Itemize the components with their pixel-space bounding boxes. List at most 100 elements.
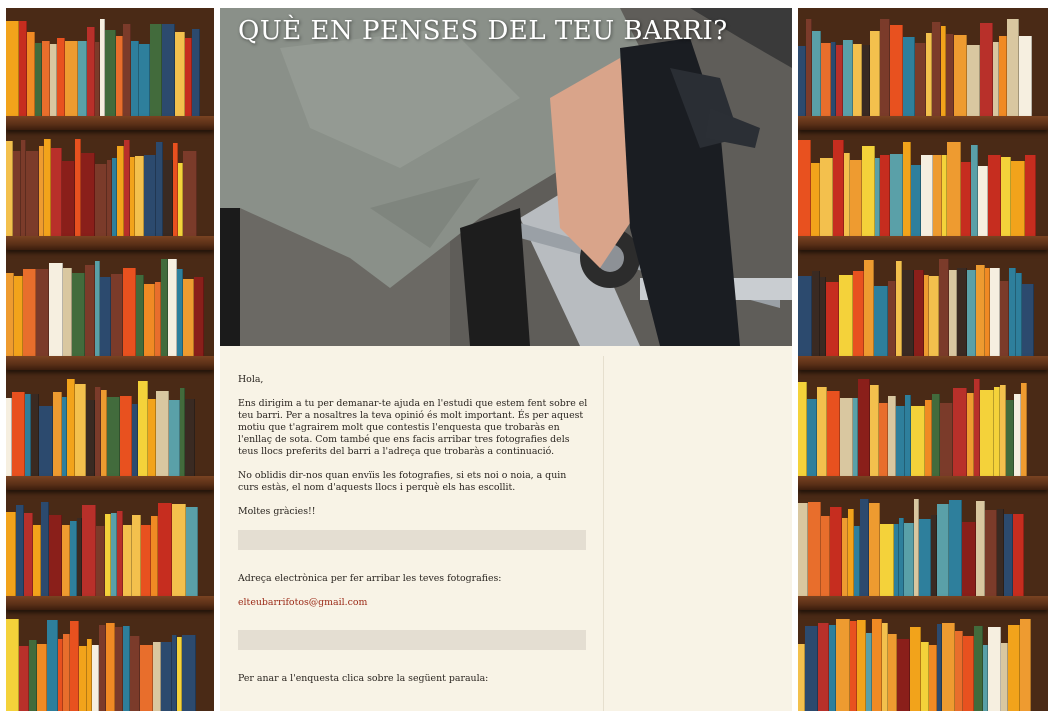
book-spine: [19, 646, 29, 711]
book-spine: [111, 274, 123, 356]
book-spine: [910, 627, 921, 711]
book-spine: [72, 273, 85, 356]
book-spine: [961, 162, 971, 236]
shelf-row: [798, 138, 1048, 236]
book-spine: [14, 276, 23, 356]
book-spine: [163, 160, 173, 236]
shelf-row: [6, 18, 214, 116]
book-spine: [100, 277, 111, 356]
book-spine: [911, 406, 925, 476]
shelf-row: [6, 498, 214, 596]
book-spine: [932, 394, 940, 476]
book-spine: [946, 34, 954, 116]
header-image: QUÈ EN PENSES DEL TEU BARRI?: [220, 8, 792, 346]
book-spine: [26, 151, 39, 236]
book-spine: [51, 148, 62, 236]
book-spine: [168, 259, 177, 356]
book-spine: [95, 164, 107, 236]
book-spine: [158, 503, 172, 596]
book-spine: [49, 515, 62, 596]
book-spine: [85, 265, 95, 356]
blog-main-column: QUÈ EN PENSES DEL TEU BARRI? Hola, Ens d…: [220, 8, 792, 711]
book-spine: [903, 142, 911, 236]
book-spine: [123, 626, 130, 711]
book-spine: [44, 139, 51, 236]
book-spine: [150, 24, 162, 116]
book-spine: [940, 403, 953, 476]
book-spine: [953, 388, 967, 476]
book-spine: [185, 38, 192, 116]
book-spine: [897, 639, 910, 711]
shelf-row: [6, 378, 214, 476]
book-spine: [925, 400, 932, 476]
book-spine: [62, 161, 75, 236]
book-spine: [840, 398, 853, 476]
book-spine: [980, 390, 994, 476]
book-spine: [904, 523, 914, 596]
book-spine: [903, 37, 915, 116]
book-spine: [63, 634, 70, 711]
book-spine: [829, 625, 836, 711]
book-spine: [1019, 36, 1032, 116]
book-spine: [805, 626, 818, 711]
book-spine: [175, 32, 185, 116]
book-spine: [144, 155, 156, 236]
book-spine: [1008, 625, 1020, 711]
shelf-board: [6, 116, 214, 130]
shelf-board: [6, 476, 214, 490]
book-spine: [902, 270, 914, 356]
instructions-paragraph: No oblidis dir-nos quan envïis les fotog…: [238, 470, 567, 493]
book-spine: [937, 504, 949, 596]
book-spine: [16, 505, 24, 596]
book-spine: [1013, 514, 1024, 596]
separator-bar-2: [238, 630, 586, 650]
book-spine: [954, 35, 967, 116]
book-spine: [57, 38, 65, 116]
book-spine: [839, 275, 853, 356]
book-spine: [817, 387, 827, 476]
book-spine: [921, 155, 933, 236]
book-spine: [818, 623, 829, 711]
book-spine: [976, 501, 985, 596]
shelf-board: [798, 116, 1048, 130]
book-spine: [890, 25, 903, 116]
book-spine: [29, 640, 37, 711]
book-spine: [67, 379, 75, 476]
book-spine: [135, 156, 144, 236]
email-link[interactable]: elteubarrifotos@gmail.com: [238, 597, 367, 608]
book-spine: [132, 515, 141, 596]
book-spine: [821, 516, 830, 596]
book-spine: [820, 158, 833, 236]
book-spine: [914, 270, 924, 356]
separator-bar: [238, 530, 586, 550]
book-spine: [870, 31, 880, 116]
book-spine: [6, 141, 13, 236]
column-divider: [603, 356, 604, 711]
book-spine: [6, 619, 19, 711]
book-spine: [980, 23, 993, 116]
book-spine: [153, 642, 161, 711]
book-spine: [990, 268, 1000, 356]
book-spine: [798, 503, 808, 596]
email-label: Adreça electrònica per fer arribar les t…: [238, 573, 502, 584]
book-spine: [833, 140, 844, 236]
shelf-board: [6, 596, 214, 610]
shelf-row: [6, 618, 214, 711]
book-spine: [870, 385, 879, 476]
book-spine: [31, 394, 39, 476]
book-spine: [971, 145, 978, 236]
book-spine: [115, 627, 123, 711]
book-spine: [880, 524, 894, 596]
book-spine: [136, 275, 144, 356]
book-spine: [63, 268, 72, 356]
book-spine: [880, 155, 890, 236]
book-spine: [967, 270, 976, 356]
blog-title[interactable]: QUÈ EN PENSES DEL TEU BARRI?: [238, 16, 728, 46]
book-spine: [947, 142, 961, 236]
book-spine: [148, 399, 156, 476]
book-spine: [853, 44, 862, 116]
bookshelf-background-left: [6, 8, 214, 711]
book-spine: [942, 623, 955, 711]
book-spine: [1025, 155, 1036, 236]
book-spine: [123, 24, 131, 116]
